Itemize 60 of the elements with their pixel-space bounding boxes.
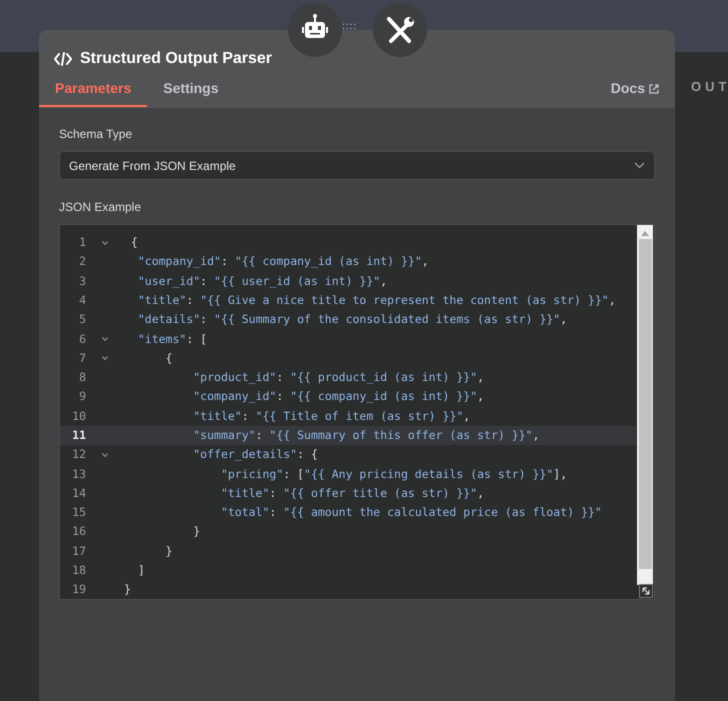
code-line: "company_id": "{{ company_id (as int) }}", <box>136 253 429 270</box>
line-number: 15 <box>71 504 86 522</box>
line-number: 11 <box>71 426 86 444</box>
connector-dots: :::: <box>342 20 358 34</box>
fold-chevron-icon[interactable] <box>102 452 108 457</box>
code-line: "pricing": ["{{ Any pricing details (as str) }}"], <box>220 466 568 483</box>
tab[interactable]: Settings <box>147 78 235 107</box>
line-number: 2 <box>78 253 86 270</box>
code-line: "items": [ <box>136 330 208 348</box>
code-line: } <box>124 581 131 598</box>
code-line: "company_id": "{{ company_id (as int) }}", <box>192 388 484 406</box>
line-number: 13 <box>71 466 86 483</box>
code-line: } <box>192 523 200 540</box>
fold-chevron-icon[interactable] <box>102 356 108 360</box>
fold-chevron-icon[interactable] <box>102 337 108 342</box>
external-link-icon <box>649 84 659 94</box>
tab[interactable]: Parameters <box>39 78 148 107</box>
code-line: "title": "{{ offer title (as str) }}", <box>220 484 484 502</box>
line-number: 12 <box>71 446 86 464</box>
line-number: 7 <box>78 350 86 367</box>
line-number: 16 <box>71 523 86 540</box>
chevron-down-icon <box>634 162 645 169</box>
field-label: Schema Type <box>59 126 134 143</box>
line-number: 10 <box>71 408 86 425</box>
scrollbar[interactable] <box>637 225 653 585</box>
field-label: JSON Example <box>59 199 142 216</box>
code-line: ] <box>136 562 145 580</box>
robot-node-icon[interactable] <box>288 3 342 57</box>
code-line: "title": "{{ Title of item (as str) }}", <box>192 408 470 425</box>
line-number: 19 <box>71 581 86 598</box>
resize-handle-icon[interactable] <box>639 584 653 598</box>
tools-node-icon[interactable] <box>373 3 427 57</box>
line-number: 3 <box>78 272 86 290</box>
code-editor[interactable] <box>59 224 655 600</box>
code-line: "details": "{{ Summary of the consolidated items (as str) }}", <box>136 311 568 328</box>
line-number: 9 <box>78 388 86 406</box>
code-line: "offer_details": { <box>192 446 318 464</box>
code-line: "summary": "{{ Summary of this offer (as str) }}", <box>192 426 540 444</box>
line-number: 18 <box>71 562 86 580</box>
code-line: "title": "{{ Give a nice title to represent the content (as str) }}", <box>136 292 616 309</box>
code-line: { <box>164 350 172 367</box>
line-number: 14 <box>71 484 86 502</box>
code-line: "user_id": "{{ user_id (as int) }}", <box>136 272 388 290</box>
docs-link[interactable]: Docs <box>610 78 675 107</box>
schema-type-select[interactable]: Generate From JSON Example <box>59 151 655 180</box>
line-number: 4 <box>78 292 86 309</box>
code-line: { <box>130 234 138 252</box>
line-number: 1 <box>78 234 86 252</box>
code-line: "product_id": "{{ product_id (as int) }}", <box>192 369 484 386</box>
scroll-thumb[interactable] <box>638 239 652 569</box>
code-line: "total": "{{ amount the calculated price (as float) }}" <box>220 504 602 522</box>
line-number: 8 <box>78 369 86 386</box>
output-heading: OUT <box>691 78 728 96</box>
code-line: } <box>164 542 172 560</box>
fold-chevron-icon[interactable] <box>102 240 108 245</box>
line-number: 5 <box>78 311 86 328</box>
panel-title: Structured Output Parser <box>80 49 272 69</box>
code-icon <box>54 52 72 66</box>
line-number: 17 <box>71 542 86 560</box>
line-number: 6 <box>78 330 86 348</box>
